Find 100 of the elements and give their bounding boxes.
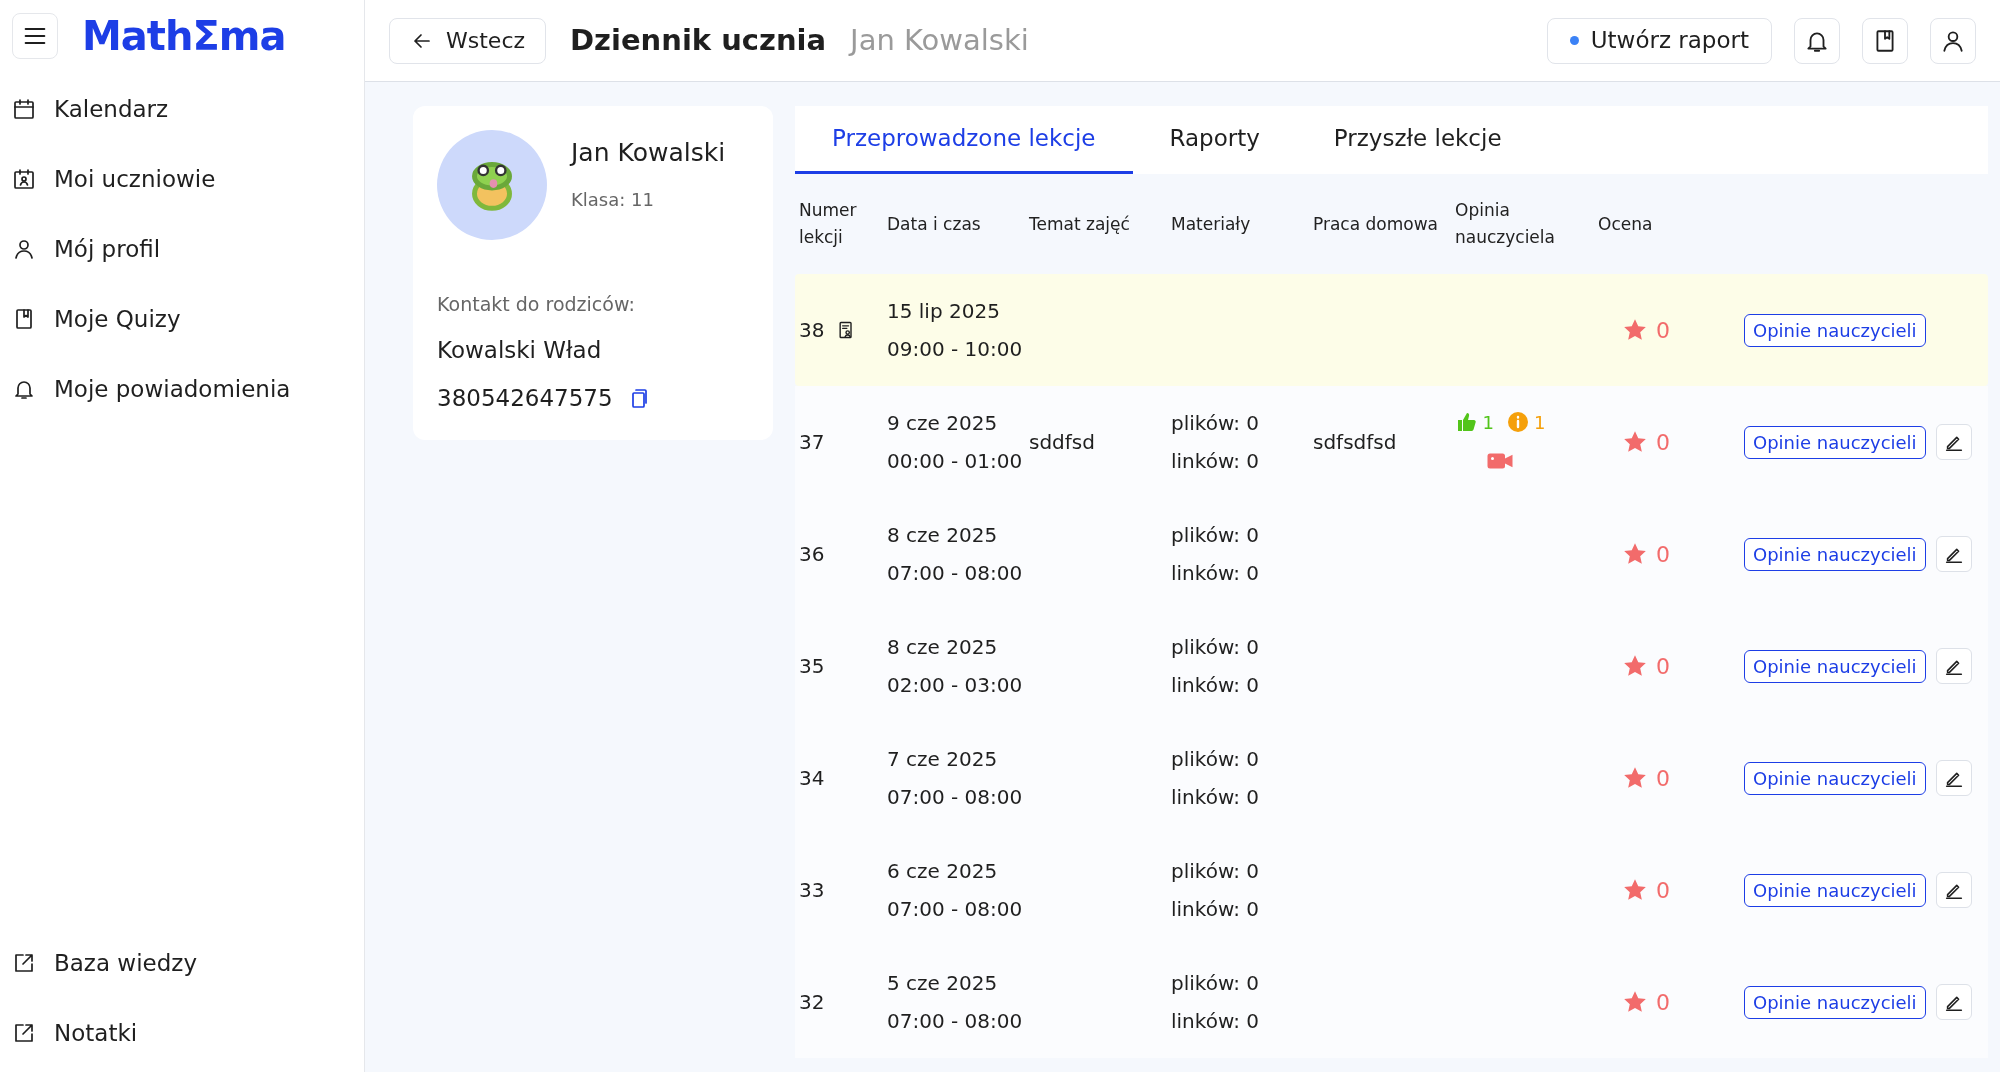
column-header: Materiały <box>1171 212 1252 236</box>
teacher-opinions-button[interactable]: Opinie nauczycieli <box>1744 313 1926 347</box>
lesson-time: 07:00 - 08:00 <box>887 560 1024 587</box>
column-header: Numer lekcji <box>799 199 858 249</box>
create-report-button[interactable]: Utwórz raport <box>1546 17 1772 64</box>
edit-button[interactable] <box>1935 424 1972 460</box>
star-icon <box>1622 429 1648 455</box>
lesson-time: 07:00 - 08:00 <box>887 896 1024 923</box>
lesson-number: 34 <box>799 765 825 792</box>
links-count: linków: 0 <box>1171 896 1260 923</box>
phone-number: 380542647575 <box>437 384 613 413</box>
links-count: linków: 0 <box>1171 1008 1260 1035</box>
info-icon <box>1506 410 1530 434</box>
lesson-time: 07:00 - 08:00 <box>887 1008 1024 1035</box>
person-icon <box>12 237 36 261</box>
tab[interactable]: Raporty <box>1132 106 1297 174</box>
column-header: Ocena <box>1598 212 1654 236</box>
edit-button[interactable] <box>1935 536 1972 572</box>
page-title: Dziennik ucznia <box>570 21 827 59</box>
info-count: 1 <box>1534 410 1546 435</box>
lesson-time: 09:00 - 10:00 <box>887 336 1024 363</box>
teacher-opinions-button[interactable]: Opinie nauczycieli <box>1744 537 1926 571</box>
rating-value: 0 <box>1656 764 1670 793</box>
lesson-date: 7 cze 2025 <box>887 746 999 773</box>
profile-button[interactable] <box>1930 17 1976 64</box>
lesson-date: 6 cze 2025 <box>887 858 999 885</box>
files-count: plików: 0 <box>1171 858 1260 885</box>
notifications-button[interactable] <box>1794 17 1840 64</box>
external-link-icon <box>12 951 36 975</box>
lesson-time: 07:00 - 08:00 <box>887 784 1024 811</box>
teacher-opinions-button[interactable]: Opinie nauczycieli <box>1744 761 1926 795</box>
sidebar-item[interactable]: Moje Quizy <box>0 284 364 354</box>
logo: MathΣma <box>82 12 286 61</box>
calendar-icon <box>12 97 36 121</box>
links-count: linków: 0 <box>1171 560 1260 587</box>
lesson-date: 5 cze 2025 <box>887 970 999 997</box>
likes-count: 1 <box>1482 410 1494 435</box>
lesson-date: 9 cze 2025 <box>887 410 999 437</box>
sidebar-item[interactable]: Moje powiadomienia <box>0 354 364 424</box>
star-icon <box>1622 541 1648 567</box>
contact-label: Kontakt do rodziców: <box>437 292 636 317</box>
rating-value: 0 <box>1656 652 1670 681</box>
tab[interactable]: Przyszłe lekcje <box>1296 106 1539 174</box>
rating-value: 0 <box>1656 428 1670 457</box>
student-name: Jan Kowalski <box>571 137 726 169</box>
star-icon <box>1622 765 1648 791</box>
star-icon <box>1622 317 1648 343</box>
sidebar-link[interactable]: Notatki <box>0 998 364 1068</box>
homework-text: sdfsdfsd <box>1313 430 1397 454</box>
lesson-date: 15 lip 2025 <box>887 298 1001 325</box>
rating-value: 0 <box>1656 316 1670 345</box>
column-header: Data i czas <box>887 212 982 236</box>
teacher-opinions-button[interactable]: Opinie nauczycieli <box>1744 873 1926 907</box>
sidebar-item[interactable]: Moi uczniowie <box>0 144 364 214</box>
edit-button[interactable] <box>1935 648 1972 684</box>
teacher-opinions-button[interactable]: Opinie nauczycieli <box>1744 649 1926 683</box>
files-count: plików: 0 <box>1171 970 1260 997</box>
calendar-person-icon <box>12 167 36 191</box>
lesson-number: 35 <box>799 653 825 680</box>
external-link-icon <box>12 1021 36 1045</box>
star-icon <box>1622 653 1648 679</box>
edit-button[interactable] <box>1935 872 1972 908</box>
lesson-number: 36 <box>799 541 825 568</box>
links-count: linków: 0 <box>1171 784 1260 811</box>
menu-button[interactable] <box>12 13 58 59</box>
files-count: plików: 0 <box>1171 410 1260 437</box>
column-header: Praca domowa <box>1313 212 1439 236</box>
lesson-number: 38 <box>799 317 825 344</box>
files-count: plików: 0 <box>1171 746 1260 773</box>
lesson-date: 8 cze 2025 <box>887 634 999 661</box>
lesson-date: 8 cze 2025 <box>887 522 999 549</box>
sidebar-item[interactable]: Mój profil <box>0 214 364 284</box>
sidebar-item[interactable]: Kalendarz <box>0 74 364 144</box>
sidebar-link[interactable]: Baza wiedzy <box>0 928 364 998</box>
lesson-topic: sddfsd <box>1029 430 1095 454</box>
lesson-time: 02:00 - 03:00 <box>887 672 1024 699</box>
rating-value: 0 <box>1656 876 1670 905</box>
column-header: Temat zajęć <box>1029 212 1131 236</box>
lesson-number: 37 <box>799 429 825 456</box>
teacher-opinions-button[interactable]: Opinie nauczycieli <box>1744 425 1926 459</box>
column-header: Opinia nauczyciela <box>1455 199 1556 249</box>
class-label: Klasa: 11 <box>571 187 655 212</box>
tab[interactable]: Przeprowadzone lekcje <box>795 106 1133 174</box>
student-name: Jan Kowalski <box>850 21 1029 59</box>
edit-button[interactable] <box>1935 760 1972 796</box>
teacher-opinions-button[interactable]: Opinie nauczycieli <box>1744 985 1926 1019</box>
lesson-number: 33 <box>799 877 825 904</box>
lesson-time: 00:00 - 01:00 <box>887 448 1024 475</box>
lesson-number: 32 <box>799 989 825 1016</box>
rating-value: 0 <box>1656 540 1670 569</box>
links-count: linków: 0 <box>1171 672 1260 699</box>
bookmark-button[interactable] <box>1862 17 1908 64</box>
back-button[interactable]: Wstecz <box>389 17 547 64</box>
edit-button[interactable] <box>1935 984 1972 1020</box>
star-icon <box>1622 989 1648 1015</box>
files-count: plików: 0 <box>1171 634 1260 661</box>
files-count: plików: 0 <box>1171 522 1260 549</box>
parent-name: Kowalski Wład <box>437 335 603 365</box>
links-count: linków: 0 <box>1171 448 1260 475</box>
star-icon <box>1622 877 1648 903</box>
